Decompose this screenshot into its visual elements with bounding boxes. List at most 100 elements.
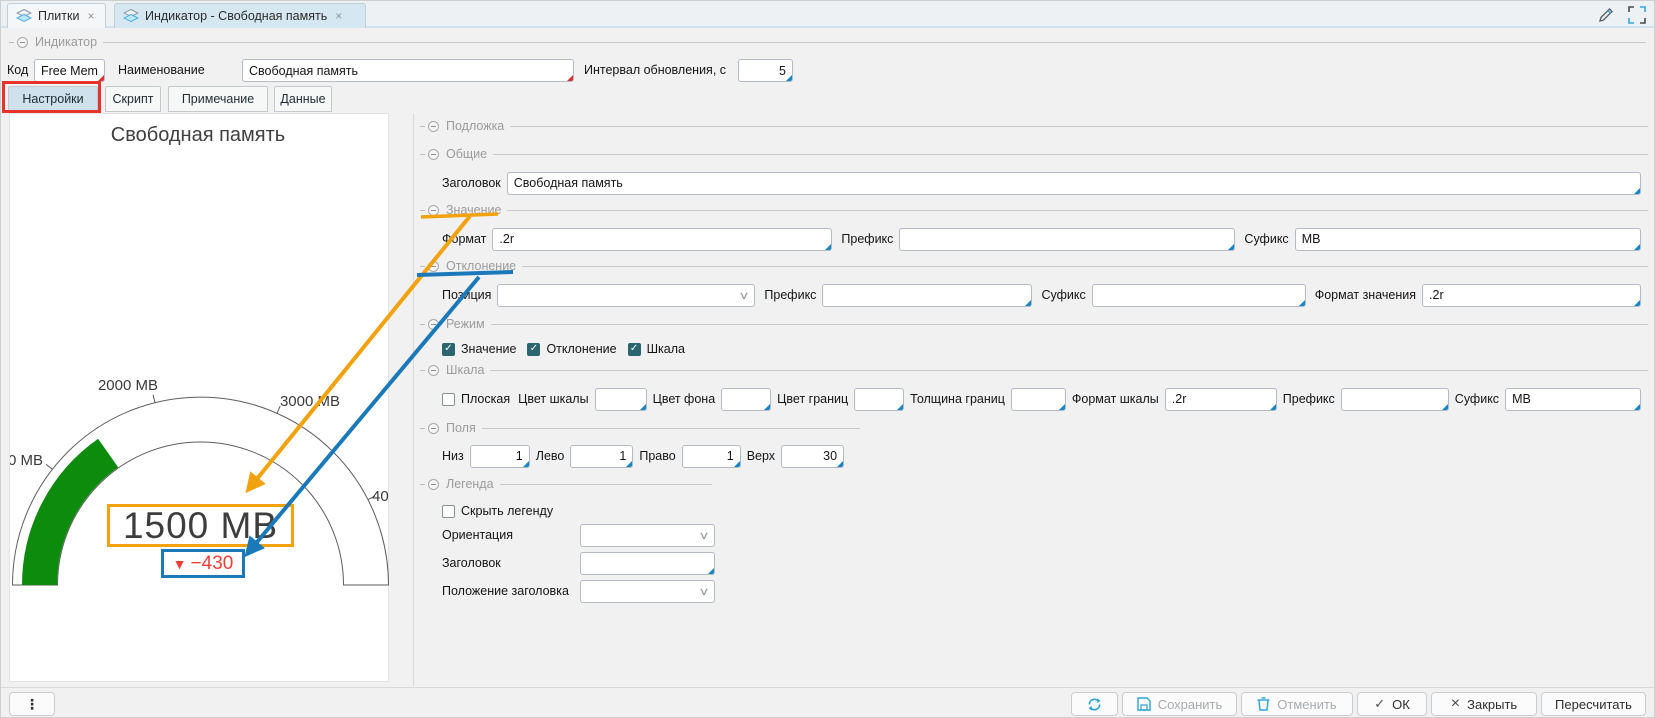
refresh-button[interactable] (1071, 692, 1118, 716)
section-divider (491, 324, 1648, 325)
section-backdrop: Подложка (420, 119, 1648, 133)
section-legend: Легенда (420, 477, 712, 491)
value-prefix-label: Префикс (841, 232, 893, 246)
mode-deviation-checkbox[interactable]: ✓ (527, 343, 540, 356)
code-field[interactable] (34, 59, 105, 82)
general-title-field[interactable] (507, 172, 1641, 195)
scale-suffix-field[interactable] (1505, 388, 1641, 411)
scale-flat-checkbox[interactable] (442, 393, 455, 406)
scale-bg-field[interactable] (721, 388, 771, 411)
collapse-icon[interactable] (428, 149, 439, 160)
name-field[interactable] (242, 59, 574, 82)
section-divider (482, 428, 860, 429)
scale-border-color-field[interactable] (854, 388, 904, 411)
gauge-deviation: −430 (191, 553, 234, 575)
collapse-icon[interactable] (428, 261, 439, 272)
section-divider (490, 370, 1648, 371)
cancel-button[interactable]: Отменить (1241, 692, 1353, 716)
close-x-icon: × (1451, 696, 1460, 712)
tab-indicator-close-icon[interactable]: × (335, 9, 342, 23)
gauge-tick-label-2000: 2000 MB (98, 377, 158, 394)
tab-indicator-label: Индикатор - Свободная память (145, 9, 327, 23)
interval-field[interactable] (738, 59, 793, 82)
margin-right-field[interactable] (682, 445, 741, 468)
collapse-icon[interactable] (17, 37, 28, 48)
recalculate-button[interactable]: Пересчитать (1541, 692, 1646, 716)
mode-scale-checkbox[interactable]: ✓ (628, 343, 641, 356)
scale-color-field[interactable] (595, 388, 647, 411)
bottom-toolbar: ⋮ Сохранить (1, 687, 1654, 718)
tab-settings[interactable]: Настройки (8, 86, 98, 112)
value-format-field[interactable] (492, 228, 832, 251)
tab-indicator[interactable]: Индикатор - Свободная память × (114, 3, 366, 28)
save-button[interactable]: Сохранить (1122, 692, 1237, 716)
scale-border-width-field[interactable] (1011, 388, 1066, 411)
section-divider (500, 484, 712, 485)
tab-data[interactable]: Данные (274, 86, 332, 112)
section-legend-label: Легенда (446, 477, 494, 491)
scale-border-width-label: Толщина границ (910, 392, 1005, 406)
fullscreen-icon[interactable] (1628, 6, 1646, 24)
tab-tiles[interactable]: Плитки × (7, 3, 106, 28)
deviation-prefix-label: Префикс (764, 288, 816, 302)
legend-title-pos-select[interactable]: ∨ (580, 580, 715, 603)
gauge-chart: Свободная память 00 MB 2000 MB 3000 MB 4… (10, 114, 390, 683)
collapse-icon[interactable] (428, 121, 439, 132)
margin-top-label: Верх (747, 449, 775, 463)
gauge-tick-label-3000: 3000 MB (280, 393, 340, 410)
layers-icon (123, 9, 139, 23)
section-divider (493, 154, 1648, 155)
edit-pencil-icon[interactable] (1596, 5, 1616, 25)
recalculate-button-label: Пересчитать (1555, 697, 1632, 712)
margin-top-field[interactable] (781, 445, 844, 468)
scale-prefix-field[interactable] (1341, 388, 1449, 411)
tab-note-label: Примечание (182, 92, 254, 106)
legend-orientation-select[interactable]: ∨ (580, 524, 715, 547)
collapse-icon[interactable] (428, 423, 439, 434)
scale-border-color-label: Цвет границ (777, 392, 848, 406)
value-suffix-field[interactable] (1295, 228, 1641, 251)
deviation-suffix-field[interactable] (1092, 284, 1306, 307)
collapse-icon[interactable] (428, 205, 439, 216)
collapse-icon[interactable] (428, 319, 439, 330)
mode-value-checkbox[interactable]: ✓ (442, 343, 455, 356)
scale-bg-label: Цвет фона (653, 392, 716, 406)
tab-tiles-close-icon[interactable]: × (87, 9, 94, 23)
legend-hide-checkbox[interactable] (442, 505, 455, 518)
scale-format-label: Формат шкалы (1072, 392, 1159, 406)
tab-script[interactable]: Скрипт (105, 86, 161, 112)
scale-format-field[interactable] (1165, 388, 1277, 411)
mode-checkbox-row: ✓ Значение ✓ Отклонение ✓ Шкала (442, 337, 1641, 361)
more-actions-button[interactable]: ⋮ (9, 692, 55, 716)
ok-button[interactable]: ✓ ОК (1357, 692, 1427, 716)
deviation-format-field[interactable] (1422, 284, 1641, 307)
margin-left-field[interactable] (570, 445, 633, 468)
indicator-main-fields: Код Наименование Интервал обновления, с (1, 59, 1654, 83)
gauge-deviation-annotation-box: ▼ −430 (161, 549, 245, 578)
scale-prefix-label: Префикс (1283, 392, 1335, 406)
cancel-button-label: Отменить (1277, 697, 1336, 712)
close-button-label: Закрыть (1467, 697, 1517, 712)
legend-title-field[interactable] (580, 552, 715, 575)
legend-orientation-label: Ориентация (442, 528, 574, 542)
value-suffix-label: Суфикс (1244, 232, 1288, 246)
value-settings-row: Формат Префикс Суфикс (442, 227, 1641, 251)
deviation-position-select[interactable]: ∨ (497, 284, 755, 307)
collapse-icon[interactable] (428, 365, 439, 376)
margin-bottom-field[interactable] (470, 445, 530, 468)
scale-settings-row: Плоская Цвет шкалы Цвет фона Цвет границ… (442, 387, 1641, 411)
mode-deviation-label: Отклонение (546, 342, 616, 356)
legend-title-label: Заголовок (442, 556, 574, 570)
close-button[interactable]: × Закрыть (1431, 692, 1537, 716)
gauge-value: 1500 MB (123, 505, 278, 547)
deviation-position-label: Позиция (442, 288, 491, 302)
collapse-icon[interactable] (428, 479, 439, 490)
deviation-prefix-field[interactable] (822, 284, 1032, 307)
gauge-tick-label-4000: 40 (372, 488, 389, 505)
value-prefix-field[interactable] (899, 228, 1235, 251)
scale-suffix-label: Суфикс (1455, 392, 1499, 406)
window-action-icons (1596, 5, 1646, 25)
section-value: Значение (420, 203, 1648, 217)
section-mode: Режим (420, 317, 1648, 331)
tab-note[interactable]: Примечание (168, 86, 268, 112)
